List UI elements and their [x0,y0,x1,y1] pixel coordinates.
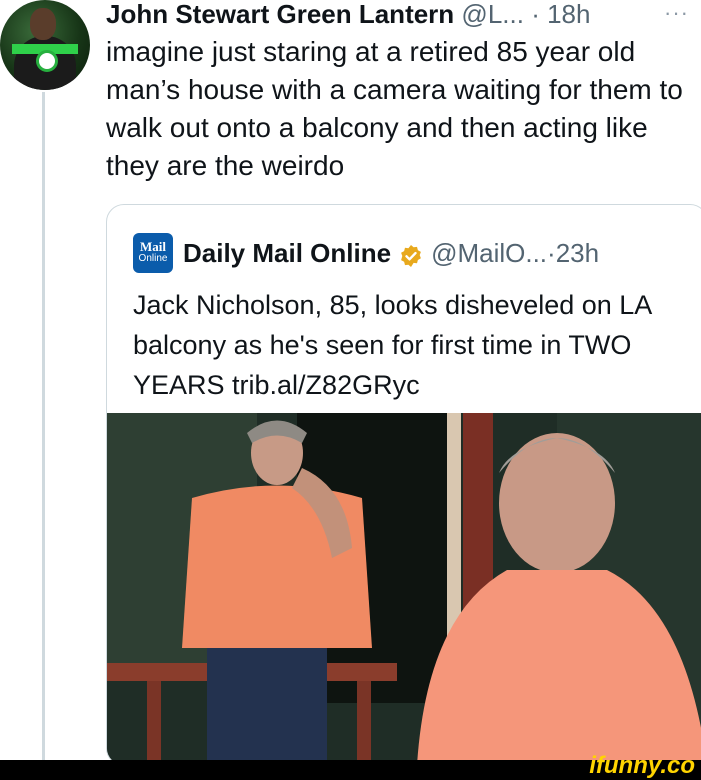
tweet-text: imagine just staring at a retired 85 yea… [106,36,683,181]
tweet-time[interactable]: 18h [547,0,590,29]
thread-line [42,92,45,760]
avatar[interactable] [0,0,90,90]
quote-author-handle[interactable]: @MailO... [431,235,547,271]
news-photo[interactable] [107,413,701,765]
more-options-icon[interactable]: ··· [664,0,689,26]
quote-time[interactable]: 23h [556,235,599,271]
lantern-emblem-icon [36,50,58,72]
verified-badge-icon [399,241,423,267]
tweet-header: John Stewart Green Lantern @L... · 18h [106,0,590,30]
quote-text: Jack Nicholson, 85, looks disheveled on … [133,290,651,400]
ifunny-watermark: ifunny.co [589,752,695,779]
separator: · [547,238,556,268]
author-handle[interactable]: @L... [461,0,524,29]
quote-header: Mail Online Daily Mail Online @MailO... … [133,233,599,273]
quote-author-name[interactable]: Daily Mail Online [183,235,391,271]
daily-mail-logo: Mail Online [133,233,173,273]
author-name[interactable]: John Stewart Green Lantern [106,0,454,29]
separator: · [531,0,540,29]
quote-tweet[interactable]: Mail Online Daily Mail Online @MailO... … [106,204,701,766]
